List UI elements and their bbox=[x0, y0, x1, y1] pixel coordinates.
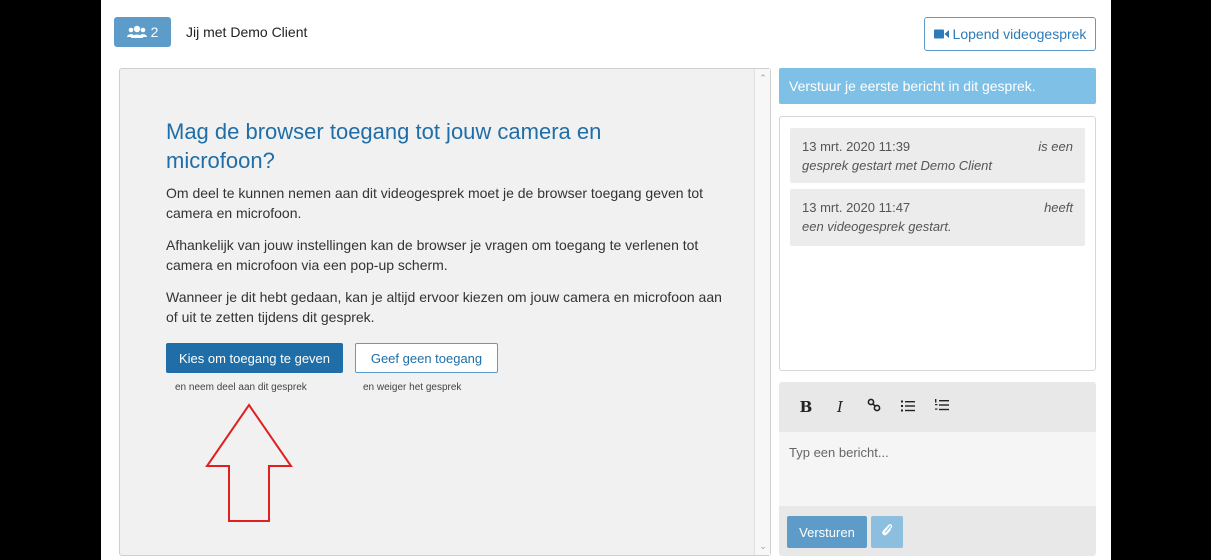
intro-paragraph: Om deel te kunnen nemen aan dit videoges… bbox=[166, 185, 704, 221]
message-text: gesprek gestart met Demo Client bbox=[802, 158, 993, 173]
link-icon[interactable] bbox=[866, 398, 882, 416]
bold-button[interactable]: B bbox=[798, 398, 814, 416]
message-input[interactable]: Typ een bericht... bbox=[779, 432, 1096, 506]
ongoing-video-call-button[interactable]: Lopend videogesprek bbox=[924, 17, 1096, 51]
attach-button[interactable] bbox=[871, 516, 903, 548]
deny-hint: en weiger het gesprek bbox=[363, 382, 462, 393]
page-title: Mag de browser toegang tot jouw camera e… bbox=[166, 119, 602, 173]
bullet-list-icon[interactable] bbox=[900, 398, 916, 416]
app-page: 2 Jij met Demo Client Lopend videogespre… bbox=[101, 0, 1111, 560]
deny-access-button[interactable]: Geef geen toegang bbox=[355, 343, 498, 373]
allow-hint: en neem deel aan dit gesprek bbox=[175, 382, 307, 393]
participant-count: 2 bbox=[150, 24, 159, 40]
main-scrollbar[interactable]: ⌃ ⌄ bbox=[754, 69, 770, 555]
numbered-list-icon[interactable] bbox=[934, 398, 950, 416]
list-item: 13 mrt. 2020 11:39 is een gesprek gestar… bbox=[790, 128, 1085, 183]
first-message-notice: Verstuur je eerste bericht in dit gespre… bbox=[779, 68, 1096, 104]
scroll-down-icon[interactable]: ⌄ bbox=[758, 541, 768, 551]
conversation-header: 2 Jij met Demo Client Lopend videogespre… bbox=[101, 0, 1111, 68]
users-icon bbox=[126, 25, 147, 39]
toggle-paragraph: Wanneer je dit hebt gedaan, kan je altij… bbox=[166, 289, 722, 325]
list-item: 13 mrt. 2020 11:47 heeft een videogespre… bbox=[790, 189, 1085, 246]
message-timestamp: 13 mrt. 2020 11:39 bbox=[802, 139, 911, 154]
arrow-up-icon bbox=[205, 403, 293, 528]
settings-paragraph: Afhankelijk van jouw instellingen kan de… bbox=[166, 237, 699, 273]
message-composer: B I Typ een bericht... Versturen bbox=[779, 382, 1096, 556]
conversation-title: Jij met Demo Client bbox=[186, 24, 308, 40]
message-timestamp: 13 mrt. 2020 11:47 bbox=[802, 200, 911, 215]
scroll-up-icon[interactable]: ⌃ bbox=[758, 73, 768, 83]
italic-button[interactable]: I bbox=[832, 398, 848, 416]
video-camera-icon bbox=[933, 26, 949, 42]
allow-access-button[interactable]: Kies om toegang te geven bbox=[166, 343, 343, 373]
paperclip-icon bbox=[881, 523, 893, 542]
video-button-label: Lopend videogesprek bbox=[952, 26, 1087, 42]
message-list: 13 mrt. 2020 11:39 is een gesprek gestar… bbox=[779, 116, 1096, 371]
send-button[interactable]: Versturen bbox=[787, 516, 867, 548]
formatting-toolbar: B I bbox=[779, 382, 1096, 432]
message-action: is een bbox=[1038, 139, 1073, 154]
message-text: een videogesprek gestart. bbox=[802, 219, 952, 234]
participants-badge[interactable]: 2 bbox=[114, 17, 171, 47]
camera-permission-panel: Mag de browser toegang tot jouw camera e… bbox=[119, 68, 771, 556]
message-action: heeft bbox=[1044, 200, 1073, 215]
